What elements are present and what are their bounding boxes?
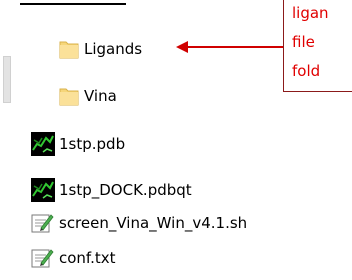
molecule-file-icon bbox=[31, 178, 55, 202]
folder-icon bbox=[58, 38, 80, 60]
list-item-conf-txt[interactable]: conf.txt bbox=[31, 245, 116, 271]
folder-icon bbox=[58, 85, 80, 107]
file-name: conf.txt bbox=[59, 249, 116, 267]
callout-line: fold bbox=[292, 62, 321, 80]
file-name: Vina bbox=[84, 87, 117, 105]
text-document-icon bbox=[31, 212, 55, 234]
file-name: 1stp_DOCK.pdbqt bbox=[59, 181, 192, 199]
file-name: screen_Vina_Win_v4.1.sh bbox=[59, 214, 248, 232]
molecule-file-icon bbox=[31, 132, 55, 156]
annotation-arrow bbox=[176, 41, 284, 53]
file-name: Ligands bbox=[84, 40, 143, 58]
scrollbar[interactable] bbox=[3, 56, 11, 103]
list-item-1stp-pdb[interactable]: 1stp.pdb bbox=[31, 131, 125, 157]
list-item-screen-vina-script[interactable]: screen_Vina_Win_v4.1.sh bbox=[31, 210, 247, 236]
text-document-icon bbox=[31, 247, 55, 269]
list-item-vina[interactable]: Vina bbox=[58, 83, 117, 109]
header-underline bbox=[20, 3, 126, 5]
list-item-ligands[interactable]: Ligands bbox=[58, 36, 142, 62]
list-item-1stp-dock-pdbqt[interactable]: 1stp_DOCK.pdbqt bbox=[31, 177, 192, 203]
file-name: 1stp.pdb bbox=[59, 135, 126, 153]
callout-line: ligan bbox=[292, 4, 329, 22]
file-explorer-view: Ligands Vina 1stp.pdb 1stp_DOCK.pdbqt sc… bbox=[0, 0, 352, 280]
annotation-callout: ligan file fold bbox=[283, 0, 352, 92]
callout-line: file bbox=[292, 33, 315, 51]
